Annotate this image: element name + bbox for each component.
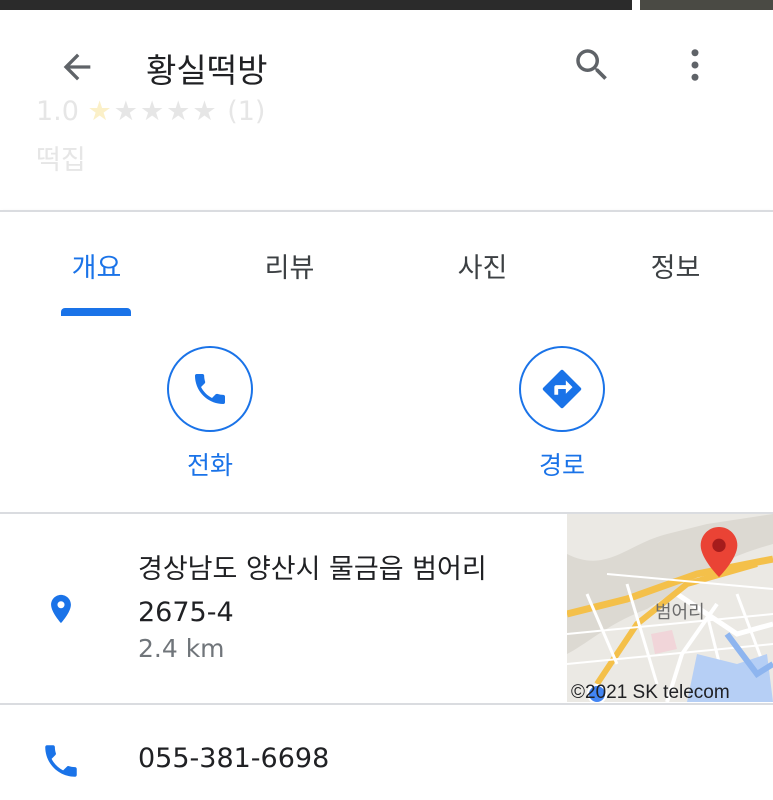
rating-stars: ★★★★★ [87,96,219,127]
tab-bar: 개요 리뷰 사진 정보 [0,210,773,316]
map-place-label: 범어리 [655,602,705,623]
active-tab-indicator [61,308,131,316]
address-text: 경상남도 양산시 물금읍 범어리 2675-4 [138,548,558,634]
action-buttons: 전화 경로 [0,316,773,512]
arrow-back-icon [63,53,91,81]
back-button[interactable] [50,40,104,94]
photo-gap [632,0,640,10]
map-marker-icon [700,527,738,577]
directions-button[interactable]: 경로 [502,346,622,482]
place-photo-strip[interactable] [0,0,773,10]
more-options-button[interactable] [668,38,722,92]
call-circle [167,346,253,432]
distance-text: 2.4 km [138,634,225,663]
search-icon [576,49,607,80]
location-pin-icon [44,588,78,634]
address-line-1: 경상남도 양산시 물금읍 범어리 [138,554,487,585]
directions-icon [542,369,582,409]
search-button[interactable] [565,38,619,92]
phone-icon [195,374,225,404]
place-category: 떡집 [36,145,86,176]
call-label: 전화 [186,451,233,480]
place-header: 1.0 ★★★★★ (1) 떡집 황실떡방 [0,10,773,210]
tab-overview[interactable]: 개요 [0,212,193,316]
review-count: (1) [227,96,266,127]
phone-icon [40,740,82,786]
map-thumbnail[interactable]: 범어리 ©2021 SK telecom [567,514,773,702]
phone-row[interactable]: 055-381-6698 [0,705,773,800]
address-line-2: 2675-4 [138,597,234,628]
more-vert-icon [691,49,699,81]
page-title: 황실떡방 [146,51,268,90]
tab-photos[interactable]: 사진 [386,212,579,316]
rating-value: 1.0 [36,96,79,127]
tab-about[interactable]: 정보 [579,212,772,316]
directions-circle [519,346,605,432]
map-copyright: ©2021 SK telecom [571,682,730,702]
tab-reviews[interactable]: 리뷰 [193,212,386,316]
phone-number: 055-381-6698 [138,743,330,774]
place-photo-2[interactable] [640,0,773,10]
rating-row: 1.0 ★★★★★ (1) [36,96,265,127]
call-button[interactable]: 전화 [150,346,270,482]
directions-label: 경로 [538,451,585,480]
